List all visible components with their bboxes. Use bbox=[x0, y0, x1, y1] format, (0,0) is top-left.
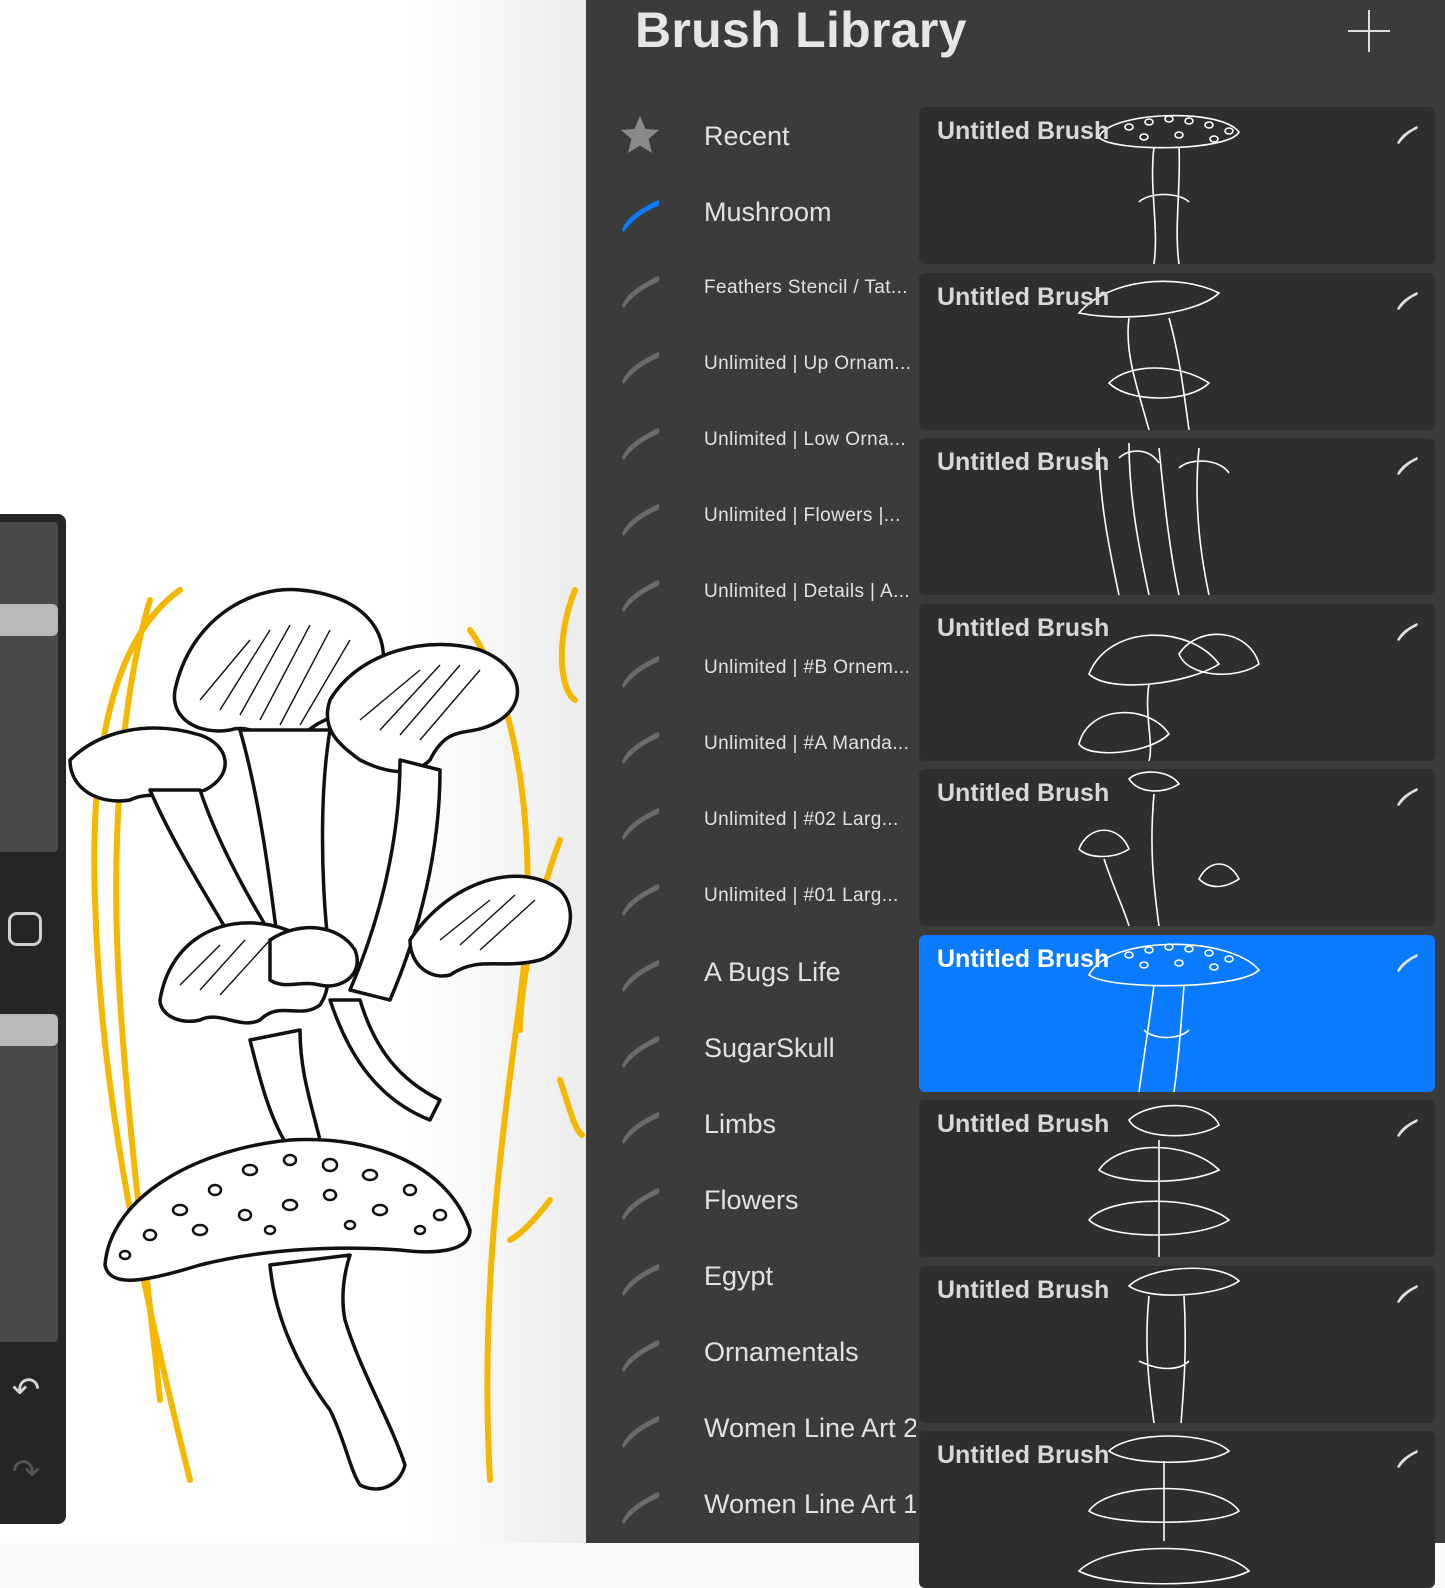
brush-stroke-icon bbox=[616, 1480, 664, 1528]
brush-name: Untitled Brush bbox=[937, 1110, 1110, 1138]
brush-stroke-icon bbox=[1397, 1450, 1418, 1468]
brush-set-label: Recent bbox=[704, 120, 790, 151]
brush-set-label: Egypt bbox=[704, 1260, 774, 1291]
opacity-slider[interactable] bbox=[0, 1014, 58, 1342]
brush-set-label: SugarSkull bbox=[704, 1032, 835, 1063]
brush-stroke-icon bbox=[1397, 1284, 1418, 1303]
brush-set-label: Flowers bbox=[704, 1184, 799, 1215]
side-toolbar: ↶ ↷ bbox=[0, 514, 66, 1524]
brush-set-item[interactable]: Limbs bbox=[616, 1086, 916, 1162]
square-modify-icon[interactable] bbox=[8, 912, 42, 946]
brush-set-item[interactable]: Unlimited | Flowers |... bbox=[616, 478, 916, 554]
brush-card[interactable]: Untitled Brush bbox=[919, 107, 1435, 264]
brush-stroke-icon bbox=[616, 1176, 664, 1224]
brush-set-item[interactable]: Women Line Art 1 bbox=[616, 1466, 916, 1542]
brush-set-item[interactable]: Recent bbox=[616, 98, 916, 174]
brush-stroke-icon bbox=[1397, 953, 1418, 972]
brush-name: Untitled Brush bbox=[937, 448, 1110, 476]
brush-stroke-icon bbox=[616, 416, 664, 464]
brush-set-label: Limbs bbox=[704, 1108, 777, 1139]
brush-set-item[interactable]: Ornamentals bbox=[616, 1314, 916, 1390]
brush-set-label: Feathers Stencil / Tat... bbox=[704, 277, 908, 298]
brush-set-item[interactable]: Mushroom bbox=[616, 174, 916, 250]
brush-name: Untitled Brush bbox=[937, 613, 1110, 642]
redo-icon[interactable]: ↷ bbox=[6, 1454, 46, 1490]
brush-card[interactable]: Untitled Brush bbox=[919, 1265, 1435, 1423]
brush-stroke-icon bbox=[616, 1252, 664, 1300]
brush-stroke-icon bbox=[616, 644, 664, 692]
brush-set-label: Mushroom bbox=[704, 196, 832, 227]
brush-name: Untitled Brush bbox=[937, 944, 1110, 973]
brush-card[interactable]: Untitled Brush bbox=[919, 769, 1435, 926]
brush-set-item[interactable]: Egypt bbox=[616, 1238, 916, 1314]
brush-stroke-icon bbox=[616, 720, 664, 768]
brush-stroke-icon bbox=[616, 340, 664, 388]
brush-set-item[interactable]: Unlimited | #B Ornem... bbox=[616, 630, 916, 706]
brush-set-item[interactable]: Unlimited | Low Orna... bbox=[616, 402, 916, 478]
brush-stroke-icon bbox=[1397, 126, 1418, 144]
brush-name: Untitled Brush bbox=[937, 779, 1110, 807]
brush-stroke-icon bbox=[1397, 291, 1418, 310]
brush-card[interactable]: Untitled Brush bbox=[919, 272, 1435, 430]
plus-icon[interactable] bbox=[1348, 10, 1390, 52]
brush-stroke-icon bbox=[1397, 1119, 1418, 1137]
brush-stroke-icon bbox=[616, 264, 664, 312]
brush-name: Untitled Brush bbox=[937, 1441, 1110, 1469]
brush-set-label: Unlimited | Up Ornam... bbox=[704, 353, 912, 374]
brush-set-item[interactable]: SugarSkull bbox=[616, 1010, 916, 1086]
brush-set-label: Women Line Art 1 bbox=[704, 1488, 916, 1519]
brush-stroke-icon bbox=[616, 1100, 664, 1148]
brush-set-item[interactable]: Unlimited | #02 Larg... bbox=[616, 782, 916, 858]
brush-stroke-icon bbox=[616, 948, 664, 996]
brush-set-item[interactable]: Unlimited | #01 Larg... bbox=[616, 858, 916, 934]
brush-set-label: Women Line Art 2 bbox=[704, 1412, 916, 1443]
brush-set-item[interactable]: Unlimited | Details | A... bbox=[616, 554, 916, 630]
brush-name: Untitled Brush bbox=[937, 117, 1110, 145]
star-icon bbox=[616, 112, 664, 160]
brush-set-item[interactable]: Women Line Art 2 bbox=[616, 1390, 916, 1466]
brush-stroke-icon bbox=[1397, 622, 1418, 641]
brush-size-slider[interactable] bbox=[0, 522, 58, 852]
brush-stroke-icon bbox=[616, 796, 664, 844]
brush-stroke-icon bbox=[616, 872, 664, 920]
brush-stroke-icon bbox=[1397, 457, 1418, 475]
brush-set-label: Unlimited | Low Orna... bbox=[704, 429, 907, 450]
brush-set-label: Unlimited | #B Ornem... bbox=[704, 657, 911, 678]
brush-card[interactable]: Untitled Brush bbox=[919, 438, 1435, 595]
undo-icon[interactable]: ↶ bbox=[6, 1372, 46, 1408]
brush-library-panel: Brush Library Recent Mushroom Feathers Ste… bbox=[586, 0, 1445, 1588]
brush-stroke-icon bbox=[616, 1328, 664, 1376]
brush-card[interactable]: Untitled Brush bbox=[919, 1431, 1435, 1588]
brush-set-item[interactable]: A Bugs Life bbox=[616, 934, 916, 1010]
brush-set-item[interactable]: Unlimited | #A Manda... bbox=[616, 706, 916, 782]
brush-set-label: Unlimited | #A Manda... bbox=[704, 733, 910, 754]
brush-card[interactable]: Untitled Brush bbox=[919, 934, 1435, 1092]
brush-name: Untitled Brush bbox=[937, 282, 1110, 311]
brush-set-item[interactable]: Feathers Stencil / Tat... bbox=[616, 250, 916, 326]
brush-stroke-icon bbox=[1397, 788, 1418, 806]
brush-card[interactable]: Untitled Brush bbox=[919, 1100, 1435, 1257]
brush-set-label: A Bugs Life bbox=[704, 956, 841, 987]
brush-stroke-icon bbox=[616, 492, 664, 540]
brush-card[interactable]: Untitled Brush bbox=[919, 603, 1435, 761]
brush-stroke-icon bbox=[616, 1404, 664, 1452]
brush-stroke-icon bbox=[616, 188, 664, 236]
brush-set-label: Unlimited | Details | A... bbox=[704, 581, 911, 602]
brush-name: Untitled Brush bbox=[937, 1275, 1110, 1304]
brush-set-label: Ornamentals bbox=[704, 1336, 859, 1367]
mushroom-drawing bbox=[68, 587, 585, 1491]
brush-set-item[interactable]: Flowers bbox=[616, 1162, 916, 1238]
brush-size-thumb[interactable] bbox=[0, 604, 58, 636]
drawing-canvas[interactable]: ↶ ↷ bbox=[0, 0, 586, 1543]
opacity-thumb[interactable] bbox=[0, 1014, 58, 1046]
brush-set-label: Unlimited | #02 Larg... bbox=[704, 809, 899, 830]
brush-set-item[interactable]: Unlimited | Up Ornam... bbox=[616, 326, 916, 402]
brush-set-label: Unlimited | Flowers |... bbox=[704, 505, 901, 526]
brush-stroke-icon bbox=[616, 1024, 664, 1072]
brush-set-label: Unlimited | #01 Larg... bbox=[704, 885, 899, 906]
brush-stroke-icon bbox=[616, 568, 664, 616]
panel-title: Brush Library bbox=[635, 2, 967, 58]
